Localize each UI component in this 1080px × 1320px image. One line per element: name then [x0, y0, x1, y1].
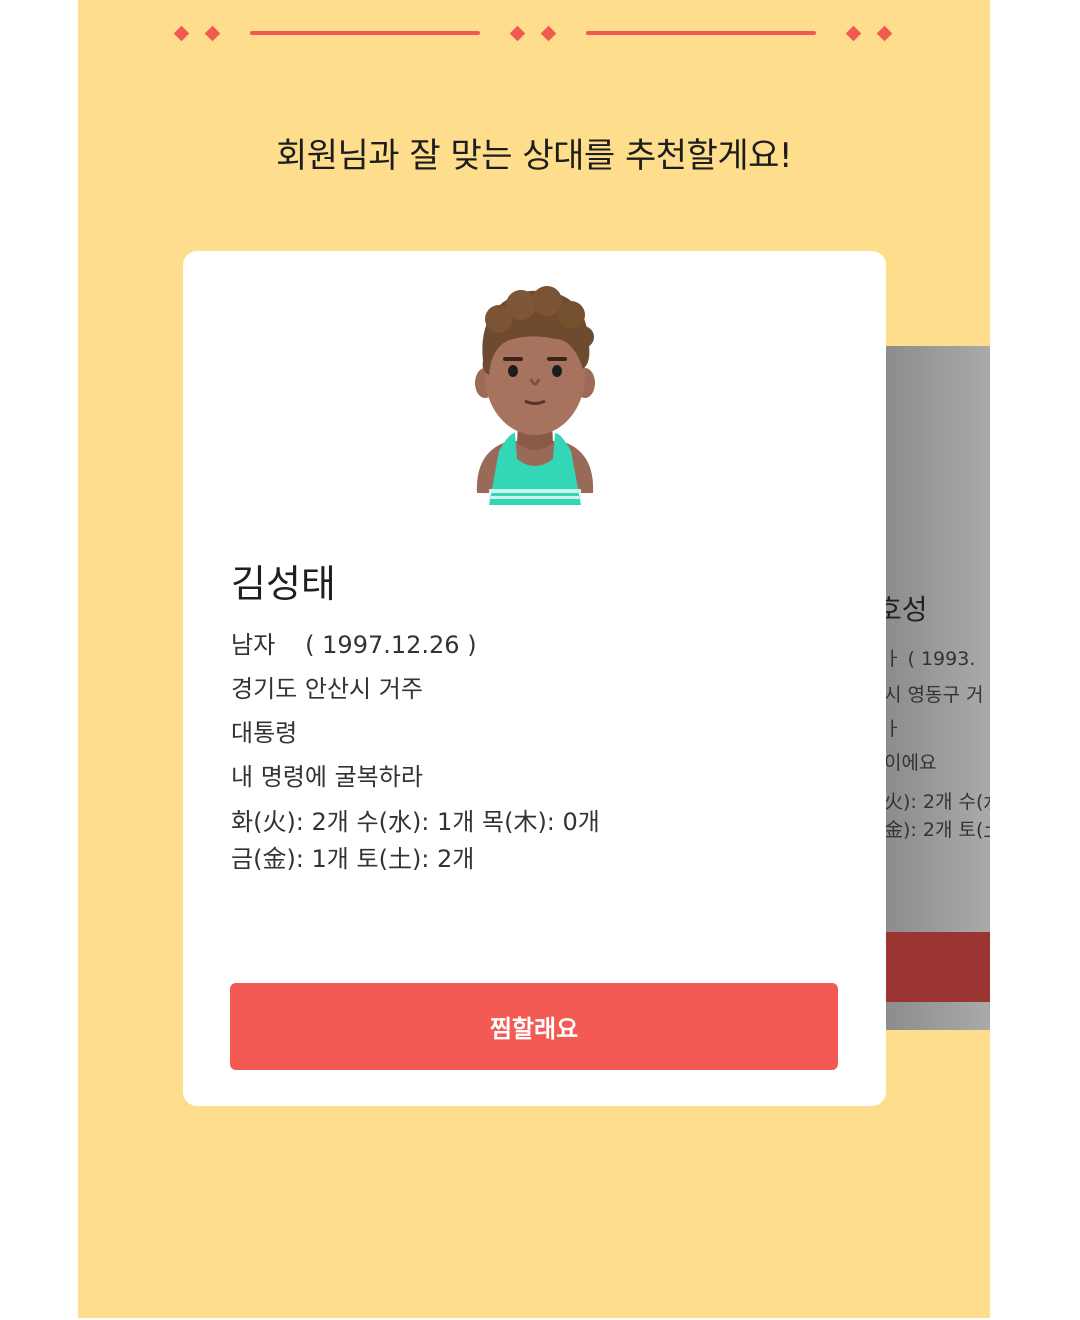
next-profile-location: 시 영동구 거 — [886, 684, 984, 706]
profile-elements-line1: 화(火): 2개 수(水): 1개 목(木): 0개 — [231, 808, 600, 836]
diamond-icon — [509, 25, 526, 42]
next-profile-intro: 이에요 — [886, 752, 937, 774]
profile-intro: 내 명령에 굴복하라 — [231, 763, 423, 791]
next-profile-occupation: ㅏ — [886, 718, 902, 740]
diamond-icon — [845, 25, 862, 42]
decorative-border — [78, 0, 990, 70]
recommendation-screen: 회원님과 잘 맞는 상대를 추천할게요! 호성 ㅏ ( 1993. 시 영동구 … — [78, 0, 990, 1318]
page-title: 회원님과 잘 맞는 상대를 추천할게요! — [275, 136, 793, 176]
profile-elements-line2: 금(金): 1개 토(土): 2개 — [231, 845, 475, 873]
next-profile-gender-birth: ㅏ ( 1993. — [886, 648, 976, 670]
diamond-icon — [876, 25, 893, 42]
diamond-icon — [204, 25, 221, 42]
diamond-icon — [173, 25, 190, 42]
next-profile-like-button[interactable] — [886, 932, 990, 1002]
profile-name: 김성태 — [231, 562, 336, 606]
profile-occupation: 대통령 — [231, 719, 298, 747]
like-button[interactable]: 찜할래요 — [230, 983, 838, 1070]
boy-avatar-icon — [475, 286, 595, 505]
profile-gender-birth: 남자 ( 1997.12.26 ) — [231, 625, 477, 660]
profile-card: 김성태 남자 ( 1997.12.26 ) 경기도 안산시 거주 대통령 내 명령… — [183, 251, 886, 1106]
next-profile-card[interactable]: 호성 ㅏ ( 1993. 시 영동구 거 ㅏ 이에요 火): 2개 수(水 金)… — [886, 346, 990, 1030]
profile-gender: 남자 — [231, 631, 276, 659]
profile-location: 경기도 안산시 거주 — [231, 675, 423, 703]
next-profile-elements-1: 火): 2개 수(水 — [886, 791, 990, 813]
next-profile-name: 호성 — [886, 593, 928, 626]
next-profile-elements-2: 金): 2개 토(土 — [886, 819, 990, 841]
profile-birthdate: ( 1997.12.26 ) — [305, 631, 477, 659]
divider-line — [250, 31, 480, 35]
diamond-icon — [540, 25, 557, 42]
divider-line — [586, 31, 816, 35]
